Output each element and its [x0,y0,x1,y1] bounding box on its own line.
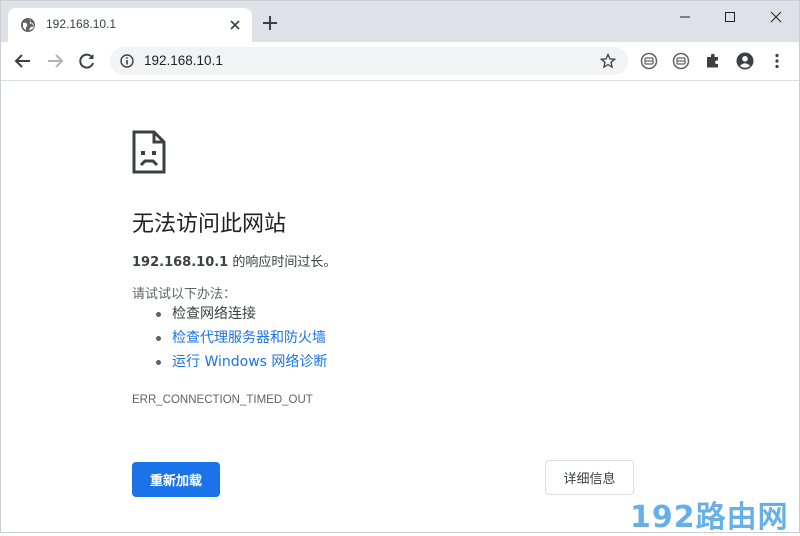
suggestion-run-diagnostics-link[interactable]: 运行 Windows 网络诊断 [132,350,327,374]
sad-document-icon [132,130,166,174]
close-icon[interactable] [228,18,242,32]
account-icon[interactable] [736,52,754,70]
suggestion-check-proxy-link[interactable]: 检查代理服务器和防火墙 [132,326,327,350]
error-message: 的响应时间过长。 [228,255,337,270]
tab-strip: 192.168.10.1 [0,0,800,42]
close-window-button[interactable] [753,6,799,28]
extension-icon[interactable] [672,52,690,70]
maximize-button[interactable] [707,6,753,28]
minimize-icon [680,16,690,18]
puzzle-icon[interactable] [704,52,722,70]
minimize-button[interactable] [662,6,708,28]
error-heading: 无法访问此网站 [132,212,287,237]
reload-button[interactable]: 重新加载 [132,462,220,497]
url-text[interactable]: 192.168.10.1 [144,53,223,68]
more-icon[interactable] [768,52,786,70]
details-button[interactable]: 详细信息 [545,460,634,495]
suggestion-list: 检查网络连接 检查代理服务器和防火墙 运行 Windows 网络诊断 [132,302,327,374]
back-arrow-icon[interactable] [14,52,32,70]
star-icon[interactable] [600,53,616,69]
maximize-icon [725,12,735,22]
globe-icon [21,18,35,32]
info-icon[interactable] [120,54,134,68]
tab-active[interactable]: 192.168.10.1 [8,8,252,42]
error-host: 192.168.10.1 [132,255,229,270]
suggestion-check-connection: 检查网络连接 [132,302,327,326]
watermark: 192路由网 [630,500,789,535]
reload-icon[interactable] [78,52,96,70]
close-icon [770,11,782,23]
error-code: ERR_CONNECTION_TIMED_OUT [132,394,313,406]
browser-toolbar: 192.168.10.1 [0,42,800,81]
extension-icon[interactable] [640,52,658,70]
try-label: 请试试以下办法： [132,287,237,302]
tab-title: 192.168.10.1 [46,17,117,31]
forward-arrow-icon[interactable] [46,52,64,70]
address-bar[interactable]: 192.168.10.1 [110,47,628,75]
error-summary: 192.168.10.1 的响应时间过长。 [132,251,336,270]
new-tab-icon[interactable] [262,15,278,31]
